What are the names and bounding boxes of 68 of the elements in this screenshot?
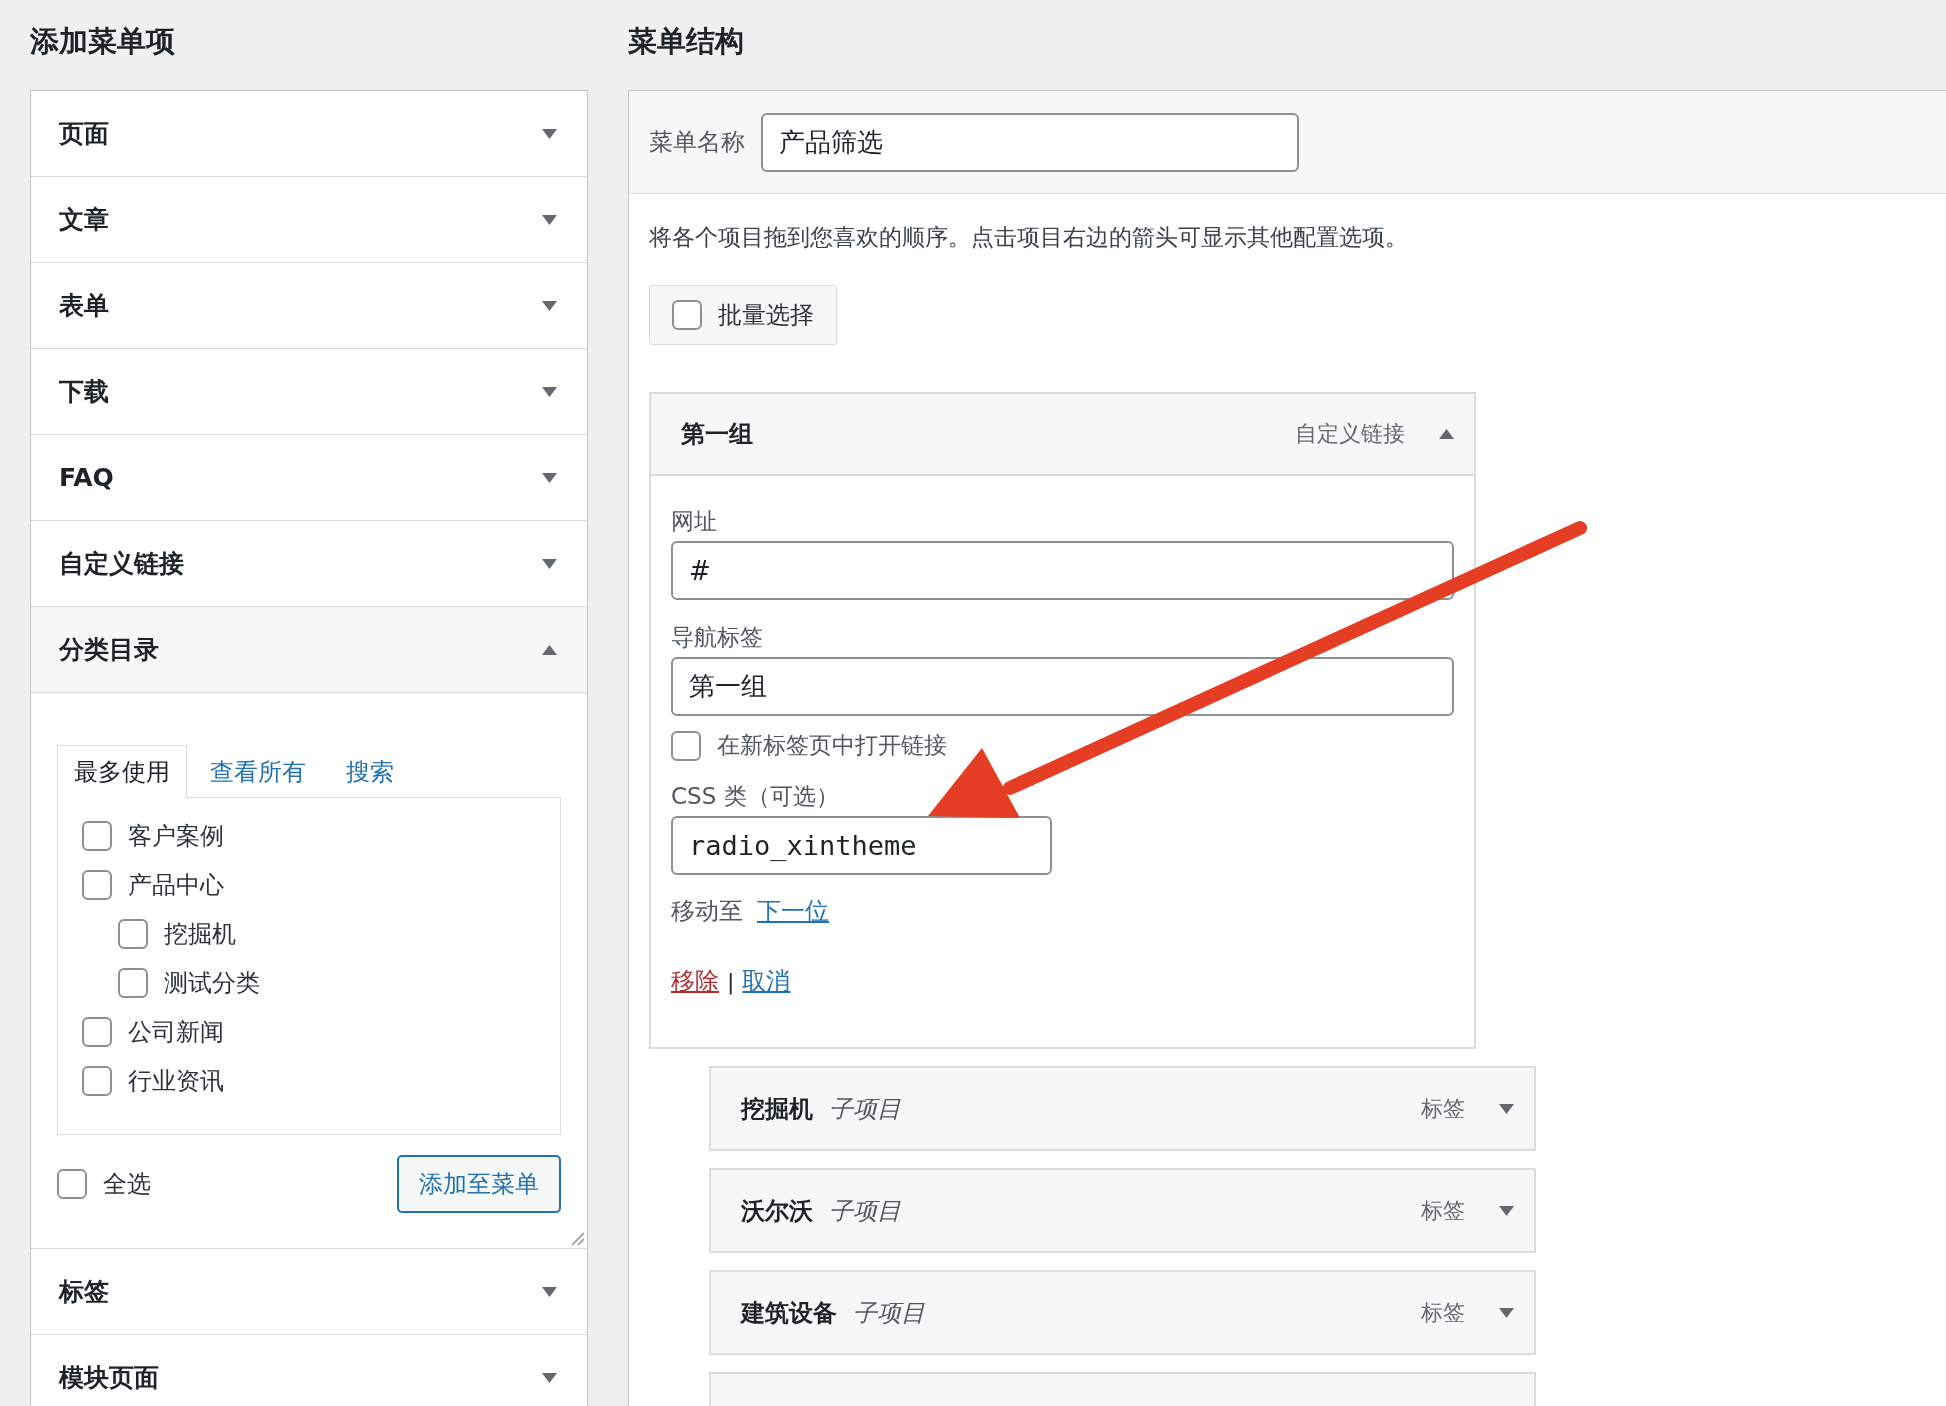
link-separator: | — [727, 968, 735, 994]
checkbox[interactable] — [671, 730, 701, 761]
field-label: CSS 类（可选） — [671, 782, 839, 811]
add-to-menu-button[interactable]: 添加至菜单 — [397, 1155, 561, 1213]
bulk-select-button[interactable]: 批量选择 — [649, 285, 837, 345]
menu-item-header[interactable]: 建筑设备 子项目 标签 — [709, 1270, 1536, 1355]
expand-icon — [1499, 1307, 1514, 1318]
menu-item-title: 挖掘机 — [741, 1093, 813, 1125]
sub-item-label: 子项目 — [853, 1297, 925, 1329]
checkbox[interactable] — [82, 870, 112, 900]
nav-label-field[interactable]: 第一组 — [671, 657, 1454, 716]
new-tab-label: 在新标签页中打开链接 — [717, 731, 947, 760]
checkbox[interactable] — [82, 821, 112, 851]
expand-icon — [1499, 1205, 1514, 1216]
menu-item-title: 沃尔沃 — [741, 1195, 813, 1227]
checkbox[interactable] — [82, 1017, 112, 1047]
sub-item-label: 子项目 — [829, 1093, 901, 1125]
item-type-label: 自定义链接 — [1295, 420, 1405, 448]
expand-icon — [542, 558, 557, 569]
checkbox[interactable] — [82, 1066, 112, 1096]
accordion-header[interactable]: 分类目录 — [31, 607, 587, 693]
category-label: 产品中心 — [128, 870, 224, 901]
remove-link[interactable]: 移除 — [671, 965, 719, 997]
expand-icon — [542, 1372, 557, 1383]
checkbox[interactable] — [118, 968, 148, 998]
item-type-label: 标签 — [1421, 1094, 1465, 1123]
collapse-icon — [1439, 429, 1454, 439]
select-all-label: 全选 — [103, 1169, 151, 1200]
expand-icon — [542, 1286, 557, 1297]
section-title: 添加菜单项 — [30, 23, 176, 60]
tab[interactable]: 查看所有 — [193, 745, 323, 798]
expand-icon — [542, 128, 557, 139]
checkbox[interactable] — [672, 300, 702, 330]
collapse-icon — [542, 644, 557, 655]
item-type-label: 标签 — [1421, 1298, 1465, 1327]
category-label: 挖掘机 — [164, 919, 236, 950]
expand-icon — [542, 386, 557, 397]
field-label: 导航标签 — [671, 623, 763, 652]
menu-item-header[interactable]: 挖掘机 子项目 标签 — [709, 1066, 1536, 1151]
expand-icon — [542, 472, 557, 483]
menu-item-title: 第一组 — [681, 419, 753, 450]
item-type-label: 标签 — [1421, 1196, 1465, 1225]
menu-name-label: 菜单名称 — [649, 127, 745, 158]
move-label: 移动至 — [671, 896, 743, 927]
checkbox[interactable] — [57, 1169, 87, 1199]
menu-name-field[interactable]: 产品筛选 — [761, 112, 1299, 172]
url-field[interactable]: # — [671, 541, 1454, 600]
menu-item-title: 建筑设备 — [741, 1297, 837, 1329]
css-class-field[interactable]: radio_xintheme — [671, 816, 1052, 875]
expand-icon — [542, 300, 557, 311]
section-title: 菜单结构 — [628, 23, 745, 60]
move-down-link[interactable]: 下一位 — [757, 895, 829, 927]
category-label: 测试分类 — [164, 968, 260, 999]
cancel-link[interactable]: 取消 — [742, 965, 791, 997]
resize-handle-icon[interactable] — [571, 1232, 585, 1246]
sub-item-label: 子项目 — [829, 1195, 901, 1227]
menu-item-header[interactable]: 第一组 自定义链接 — [651, 394, 1474, 476]
tab[interactable]: 最多使用 — [57, 745, 187, 798]
field-label: 网址 — [671, 507, 717, 536]
category-label: 客户案例 — [128, 821, 224, 852]
category-label: 行业资讯 — [128, 1066, 224, 1097]
menu-item-header[interactable]: 沃尔沃 子项目 标签 — [709, 1168, 1536, 1253]
checkbox[interactable] — [118, 919, 148, 949]
category-label: 公司新闻 — [128, 1017, 224, 1048]
expand-icon — [542, 214, 557, 225]
instructions-text: 将各个项目拖到您喜欢的顺序。点击项目右边的箭头可显示其他配置选项。 — [649, 223, 1408, 252]
tab[interactable]: 搜索 — [329, 745, 411, 798]
expand-icon — [1499, 1103, 1514, 1114]
